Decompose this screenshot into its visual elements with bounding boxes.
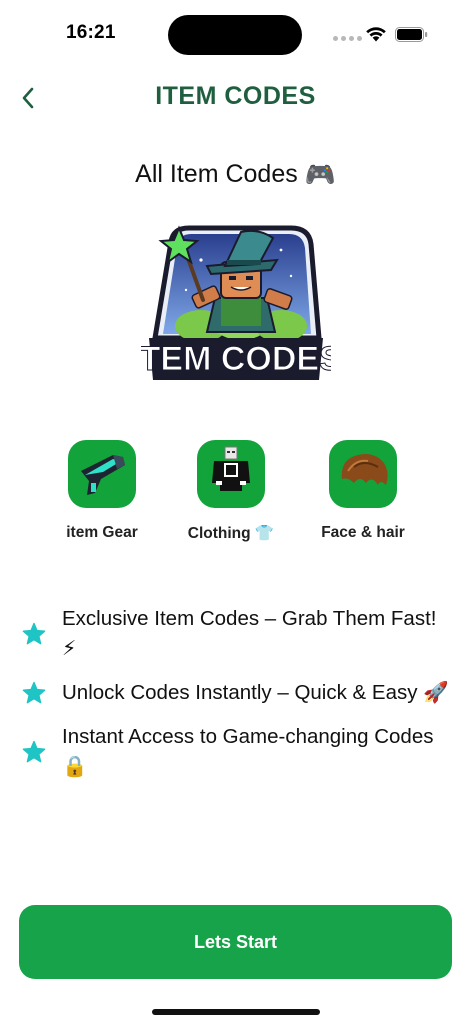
home-indicator — [152, 1009, 320, 1015]
category-label: item Gear — [66, 524, 138, 541]
logo-text: ITEM CODES — [141, 340, 331, 378]
section-title: All Item Codes 🎮 — [0, 160, 471, 190]
page-title: ITEM CODES — [155, 82, 316, 110]
game-controller-icon: 🎮 — [304, 160, 336, 189]
hair-icon — [329, 440, 397, 508]
star-icon — [22, 740, 46, 763]
feature-text: Instant Access to Game-changing Codes 🔒 — [62, 725, 434, 778]
status-bar: 16:21 — [0, 0, 471, 70]
feature-item: Exclusive Item Codes – Grab Them Fast! ⚡ — [22, 604, 452, 664]
lets-start-button[interactable]: Lets Start — [19, 905, 452, 979]
category-item-face-hair[interactable]: Face & hair — [298, 440, 428, 542]
nav-header: ITEM CODES — [0, 76, 471, 120]
wifi-icon — [366, 27, 386, 42]
category-list: item Gear Clothing 👕 Face & hair — [0, 440, 471, 550]
star-icon — [22, 681, 46, 704]
gun-icon — [68, 440, 136, 508]
dynamic-island — [168, 15, 302, 55]
item-codes-logo: ITEM CODES — [141, 225, 331, 380]
battery-icon — [395, 27, 428, 42]
category-label: Face & hair — [321, 524, 405, 541]
category-label: Clothing 👕 — [187, 525, 275, 542]
feature-list: Exclusive Item Codes – Grab Them Fast! ⚡… — [22, 604, 452, 796]
cellular-signal-icon — [333, 36, 362, 41]
shirt-icon — [197, 440, 265, 508]
feature-item: Instant Access to Game-changing Codes 🔒 — [22, 722, 452, 782]
category-item-clothing[interactable]: Clothing 👕 — [166, 440, 296, 543]
category-item-gear[interactable]: item Gear — [37, 440, 167, 542]
status-time: 16:21 — [66, 22, 116, 43]
feature-text: Unlock Codes Instantly – Quick & Easy 🚀 — [62, 681, 449, 704]
section-title-text: All Item Codes — [135, 160, 298, 188]
feature-item: Unlock Codes Instantly – Quick & Easy 🚀 — [22, 678, 452, 708]
feature-text: Exclusive Item Codes – Grab Them Fast! ⚡ — [62, 607, 437, 660]
star-icon — [22, 622, 46, 645]
